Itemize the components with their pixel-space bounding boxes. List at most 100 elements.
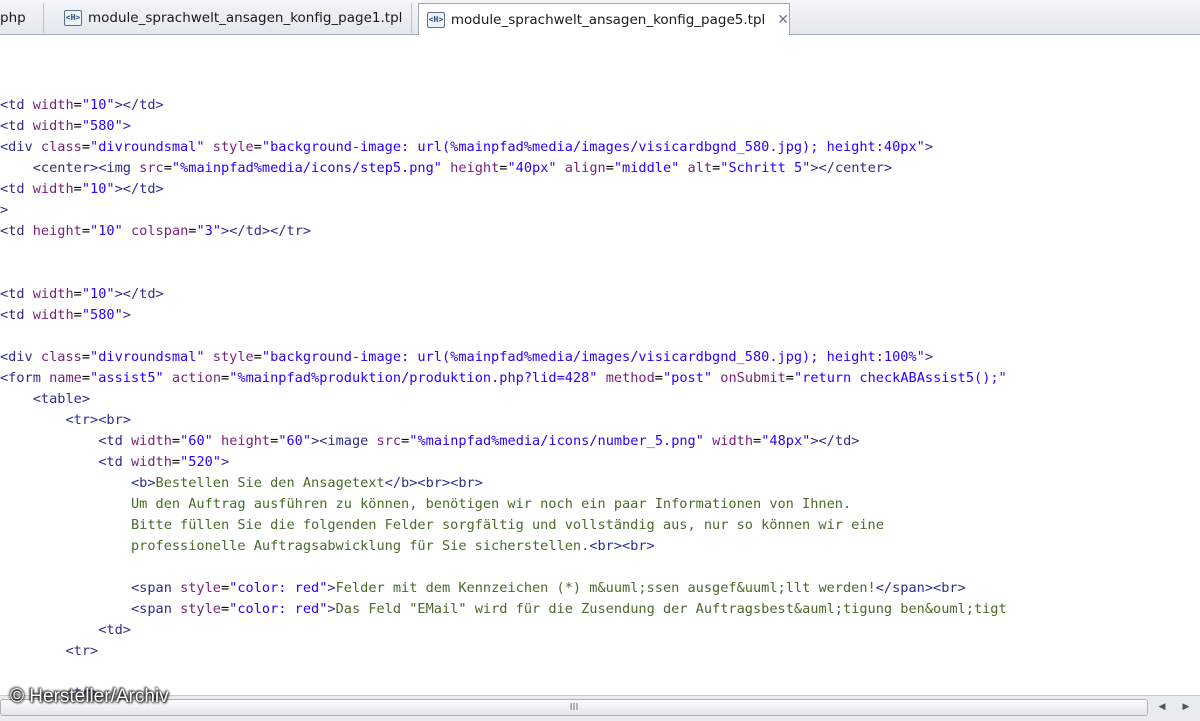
tab-konfig-page1[interactable]: <H> module_sprachwelt_ansagen_konfig_pag… — [56, 3, 412, 33]
code-token-plain: = — [171, 454, 181, 470]
code-token-plain: = — [73, 97, 82, 113]
code-token-tag: ></td> — [114, 97, 164, 113]
code-line: <div class="divroundsmal" style="backgro… — [0, 137, 933, 158]
code-token-tag: > — [122, 118, 131, 134]
code-token-tag: <tr><br> — [65, 412, 131, 428]
code-token-val: "%mainpfad%media/icons/number_5.png" — [409, 433, 704, 449]
code-token-tag: <td> — [98, 622, 131, 638]
code-line: <td> — [0, 620, 131, 641]
code-token-tag: <table> — [32, 391, 91, 407]
code-token-val: "assist5" — [90, 370, 164, 386]
code-token-plain: = — [753, 433, 762, 449]
code-line: <td width="580"> — [0, 116, 131, 137]
code-token-attr: style — [180, 580, 221, 596]
code-line: <td width="10"></td> — [0, 284, 164, 305]
code-token-attr: src — [139, 160, 164, 176]
code-editor[interactable]: <td width="10"></td> <td width="580"> <div… — [0, 35, 1200, 695]
code-token-tag: > — [221, 454, 230, 470]
code-token-val: "middle" — [613, 160, 680, 176]
code-token-val: "10" — [81, 97, 115, 113]
code-token-attr: height — [32, 223, 82, 239]
code-line: <form name="assist5" action="%mainpfad%p… — [0, 368, 1007, 389]
code-token-attr: width — [32, 181, 74, 197]
code-token-plain: = — [81, 223, 91, 239]
code-token-attr: height — [450, 160, 500, 176]
code-token-val: "%mainpfad%media/icons/step5.png" — [171, 160, 442, 176]
code-line: <div class="divroundsmal" style="backgro… — [0, 347, 933, 368]
code-token-plain: = — [785, 370, 794, 386]
tab-php-file[interactable]: php — [0, 3, 44, 33]
code-line: <tr> — [0, 641, 98, 662]
code-token-tag: <td — [0, 181, 33, 197]
code-token-val: "divroundsmal" — [90, 349, 205, 365]
code-token-attr: width — [32, 307, 74, 323]
code-token-plain: = — [81, 370, 91, 386]
close-icon[interactable]: ✕ — [777, 12, 789, 28]
code-token-tag: <span — [130, 601, 181, 617]
code-token-tag: <td — [0, 97, 33, 113]
code-token-tag: <b> — [130, 475, 156, 491]
code-token-tag: ></td> — [810, 433, 860, 449]
tab-label: module_sprachwelt_ansagen_konfig_page5.t… — [450, 11, 766, 28]
code-token-attr: action — [171, 370, 222, 386]
code-token-plain: = — [654, 370, 663, 386]
code-token-tag: <td — [0, 118, 33, 134]
code-token-attr: width — [130, 433, 172, 449]
code-line: <table> — [0, 389, 90, 410]
code-token-plain: = — [81, 139, 91, 155]
code-token-val: "60" — [278, 433, 312, 449]
code-token-attr: style — [180, 601, 221, 617]
code-token-plain: = — [81, 349, 91, 365]
code-token-val: "10" — [81, 181, 115, 197]
code-token-attr: colspan — [130, 223, 189, 239]
code-token-attr: height — [221, 433, 271, 449]
code-token-val: "580" — [81, 118, 123, 134]
tab-konfig-page5-active[interactable]: <H> module_sprachwelt_ansagen_konfig_pag… — [418, 3, 790, 35]
code-token-tag: > — [327, 601, 336, 617]
code-token-val: "post" — [662, 370, 713, 386]
code-token-attr: onSubmit — [720, 370, 786, 386]
code-token-attr: name — [49, 370, 82, 386]
code-token-plain: = — [73, 118, 82, 134]
code-token-val: "divroundsmal" — [90, 139, 205, 155]
scroll-right-icon[interactable]: ▶ — [1176, 699, 1196, 716]
code-token-tag: <tr> — [65, 643, 99, 659]
code-token-tag: <td — [0, 223, 33, 239]
horizontal-scrollbar[interactable]: III ◀ ▶ — [0, 695, 1200, 721]
scroll-left-icon[interactable]: ◀ — [1152, 699, 1172, 716]
code-token-val: "40px" — [507, 160, 557, 176]
code-token-val: "10" — [81, 286, 115, 302]
code-token-attr: width — [32, 118, 74, 134]
code-token-plain: = — [220, 580, 230, 596]
code-line: <td width="10"></td> — [0, 95, 164, 116]
code-line: > — [0, 200, 8, 221]
code-token-val: "10" — [90, 223, 123, 239]
code-token-attr: alt — [687, 160, 713, 176]
code-token-val: "return checkABAssist5();" — [793, 370, 1007, 386]
code-token-plain: = — [221, 370, 230, 386]
code-line: <td width="10"></td> — [0, 179, 164, 200]
code-token-tag: > — [327, 580, 336, 596]
code-token-tag: <div — [0, 139, 41, 155]
code-line: <span style="color: red">Felder mit dem … — [0, 578, 966, 599]
code-line: <td height="10" colspan="3"></td></tr> — [0, 221, 311, 242]
code-line: <tr><br> — [0, 410, 131, 431]
code-token-tag: <div — [0, 349, 41, 365]
code-token-attr: style — [212, 139, 254, 155]
code-line: Um den Auftrag ausführen zu können, benö… — [0, 494, 851, 515]
code-token-plain: = — [253, 139, 262, 155]
code-token-plain: = — [253, 349, 262, 365]
code-token-text: Das Feld "EMail" wird für die Zusendung … — [335, 601, 1007, 617]
scrollbar-thumb[interactable]: III — [0, 699, 1148, 716]
